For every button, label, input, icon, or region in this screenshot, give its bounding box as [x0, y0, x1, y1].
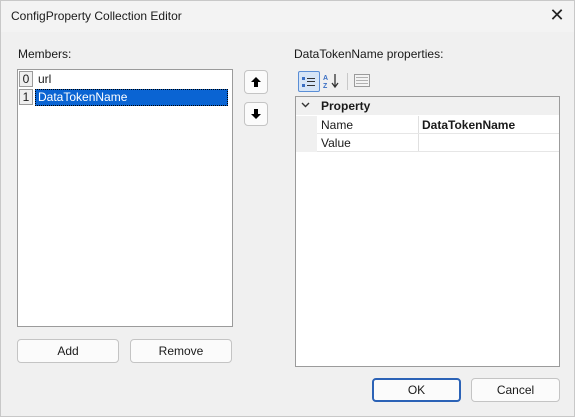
member-index: 1 [19, 89, 33, 105]
categorized-icon [302, 77, 315, 87]
property-row[interactable]: Name DataTokenName [296, 116, 559, 134]
collection-editor-window: ConfigProperty Collection Editor ✕ Membe… [0, 0, 575, 417]
arrow-down-icon [251, 109, 261, 119]
property-pages-icon [354, 74, 370, 87]
svg-text:Z: Z [323, 83, 328, 89]
row-gutter [296, 134, 317, 152]
move-up-button[interactable] [244, 70, 268, 94]
ok-button[interactable]: OK [372, 378, 461, 402]
members-list[interactable]: 0 url 1 DataTokenName [17, 69, 233, 327]
cancel-button[interactable]: Cancel [471, 378, 560, 402]
arrow-up-icon [251, 77, 261, 87]
properties-label: DataTokenName properties: [294, 47, 444, 61]
category-label: Property [321, 99, 371, 113]
row-gutter [296, 116, 317, 134]
window-title: ConfigProperty Collection Editor [11, 9, 182, 23]
toolbar-separator [347, 73, 348, 90]
remove-button[interactable]: Remove [130, 339, 232, 363]
property-grid[interactable]: Property Name DataTokenName Value [295, 96, 560, 367]
property-pages-button[interactable] [351, 71, 373, 92]
svg-text:A: A [323, 75, 328, 82]
alphabetical-button[interactable]: A Z [321, 71, 343, 92]
property-value[interactable]: DataTokenName [422, 116, 515, 134]
alphabetical-icon: A Z [323, 74, 339, 90]
column-divider [418, 116, 419, 134]
row-divider [317, 151, 559, 152]
list-item[interactable]: 1 DataTokenName [19, 89, 231, 106]
property-row[interactable]: Value [296, 134, 559, 152]
member-index: 0 [19, 71, 33, 87]
collapse-chevron-icon[interactable] [301, 98, 310, 112]
categorized-button[interactable] [298, 71, 320, 92]
member-name[interactable]: DataTokenName [35, 89, 228, 106]
list-item[interactable]: 0 url [19, 71, 231, 88]
title-bar: ConfigProperty Collection Editor ✕ [1, 1, 574, 32]
column-divider [418, 134, 419, 152]
member-name[interactable]: url [35, 71, 228, 88]
close-icon[interactable]: ✕ [548, 6, 566, 24]
category-row[interactable]: Property [296, 97, 559, 115]
add-button[interactable]: Add [17, 339, 119, 363]
property-name: Value [321, 136, 351, 150]
property-name: Name [321, 118, 354, 132]
move-down-button[interactable] [244, 102, 268, 126]
members-label: Members: [18, 47, 72, 61]
